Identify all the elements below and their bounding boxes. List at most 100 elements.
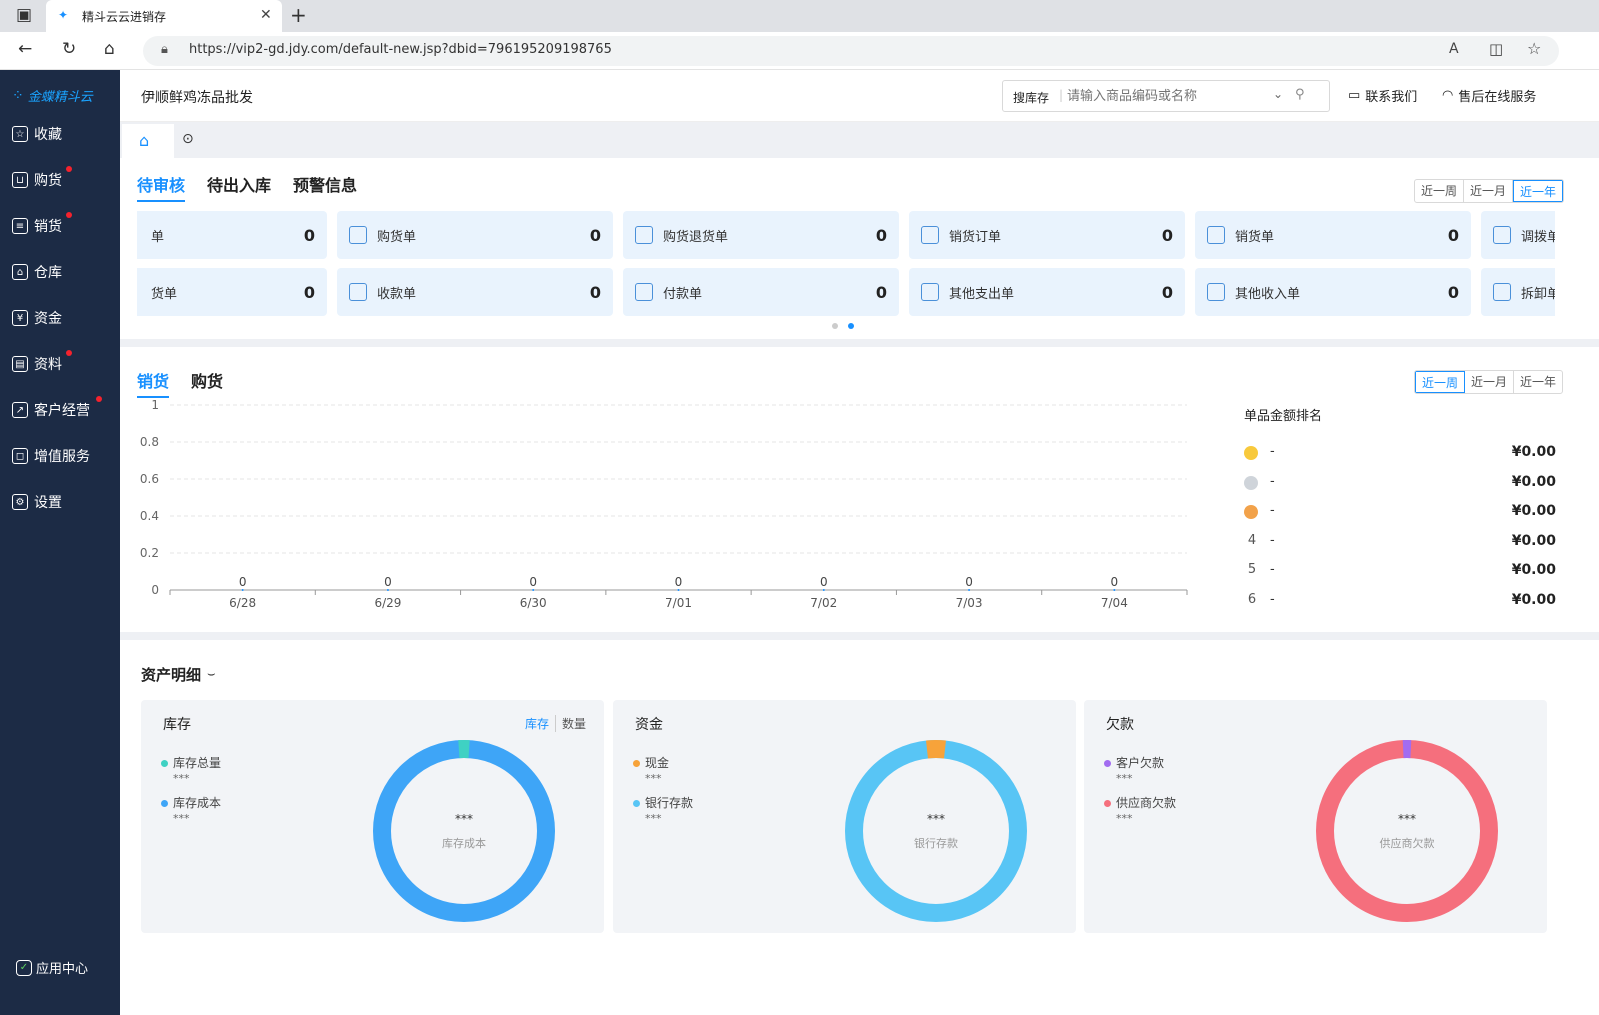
app-center-label: 应用中心 (36, 962, 89, 977)
sidebar-item-2[interactable]: ≡ 销货 (12, 214, 62, 238)
home-page-tab[interactable]: ⌂ (122, 124, 174, 158)
asset-toggle[interactable]: 数量 (562, 715, 586, 732)
assets-heading: 资产明细 ⌣ (141, 664, 216, 685)
period-btn-1[interactable]: 近一月 (1465, 371, 1515, 393)
doc-card-count: 0 (1447, 282, 1459, 302)
period-btn-2[interactable]: 近一年 (1514, 371, 1562, 393)
star-icon: ☆ (12, 126, 28, 142)
doc-card[interactable]: 销货单 0 (1195, 211, 1471, 259)
donut-main-segment (373, 740, 555, 922)
notification-dot (66, 212, 72, 218)
doc-card-count: 0 (1161, 225, 1173, 245)
ranking-row: - ¥0.00 (1244, 503, 1556, 523)
rank-product-name: - (1270, 562, 1275, 577)
lock-icon[interactable]: 🔒︎ (161, 42, 168, 57)
data-label: 0 (384, 575, 392, 589)
message-icon: ▭ (1348, 88, 1361, 103)
rank-amount: ¥0.00 (1511, 503, 1556, 519)
new-tab-icon[interactable]: + (290, 5, 307, 25)
browser-tab[interactable]: ✦ 精斗云云进销存 ✕ (46, 0, 282, 32)
doc-card[interactable]: 其他支出单 0 (909, 268, 1185, 316)
url-field[interactable]: 🔒︎ https://vip2-gd.jdy.com/default-new.j… (143, 36, 1559, 66)
data-label: 0 (1111, 575, 1119, 589)
search-scope-select[interactable]: 搜库存 (1013, 89, 1049, 106)
search-box: 搜库存 | ⌄ ⚲ (1002, 80, 1330, 112)
doc-card[interactable]: 销货订单 0 (909, 211, 1185, 259)
sidebar-item-5[interactable]: ▤ 资料 (12, 352, 62, 376)
period-btn-0[interactable]: 近一周 (1415, 180, 1465, 202)
data-label: 0 (239, 575, 247, 589)
carousel-dot-2[interactable] (848, 323, 854, 329)
x-tick-label: 7/04 (1101, 596, 1128, 610)
tab-actions-icon[interactable]: ▣ (16, 7, 32, 24)
doc-card[interactable]: 其他收入单 0 (1195, 268, 1471, 316)
sidebar-item-0[interactable]: ☆ 收藏 (12, 122, 62, 146)
doc-card[interactable]: 拆卸单 (1481, 268, 1555, 316)
doc-card[interactable]: 购货单 0 (337, 211, 613, 259)
period-btn-2[interactable]: 近一年 (1513, 180, 1564, 202)
data-point (386, 589, 389, 591)
section-divider (120, 632, 1599, 640)
doc-card-label: 其他支出单 (949, 286, 1015, 302)
sidebar-item-label: 客户经营 (34, 403, 90, 419)
search-icon[interactable]: ⚲ (1295, 87, 1305, 102)
tab-menu-chevron-icon[interactable]: ⊙ (182, 131, 194, 147)
tab-sales[interactable]: 销货 (137, 368, 170, 398)
sidebar-item-8[interactable]: ⚙ 设置 (12, 490, 62, 514)
data-point (677, 589, 680, 591)
asset-card: 资金 现金 *** 银行存款 *** *** 银行存款 (613, 700, 1076, 933)
doc-card[interactable]: 购货退货单 0 (623, 211, 899, 259)
reload-icon[interactable]: ↻ (62, 41, 76, 58)
close-tab-icon[interactable]: ✕ (260, 7, 272, 23)
doc-card[interactable]: 调拨单 (1481, 211, 1555, 259)
doc-card[interactable]: 单0 (137, 211, 327, 259)
carousel-dot-1[interactable] (832, 323, 838, 329)
doc-card[interactable]: 付款单 0 (623, 268, 899, 316)
split-view-icon[interactable]: ◫ (1489, 40, 1503, 58)
doc-card-count: 0 (303, 225, 315, 245)
tab-purchase[interactable]: 购货 (191, 368, 223, 392)
product-search-input[interactable] (1065, 85, 1265, 107)
legend-dot (1104, 800, 1111, 807)
tab-warnings[interactable]: 预警信息 (293, 172, 357, 196)
sidebar-item-label: 增值服务 (34, 449, 90, 465)
read-aloud-icon[interactable]: A (1449, 41, 1459, 57)
sidebar-item-4[interactable]: ¥ 资金 (12, 306, 62, 330)
tab-pending-stock[interactable]: 待出入库 (207, 172, 271, 196)
rank-amount: ¥0.00 (1511, 473, 1556, 490)
sidebar-item-label: 仓库 (34, 265, 62, 281)
trend-period-selector: 近一周 近一月 近一年 (1414, 370, 1564, 394)
home-icon[interactable]: ⌂ (104, 41, 115, 58)
after-sales-link[interactable]: ◠ 售后在线服务 (1442, 86, 1536, 105)
y-tick-label: 0.2 (140, 546, 159, 560)
sidebar-item-3[interactable]: ⌂ 仓库 (12, 260, 62, 284)
doc-card-label: 收款单 (377, 286, 417, 302)
tab-pending-review[interactable]: 待审核 (137, 172, 186, 202)
doc-card-label: 货单 (151, 286, 178, 302)
hide-eye-icon[interactable]: ⌣ (207, 667, 216, 682)
gear-icon: ⚙ (12, 494, 28, 510)
sidebar-item-1[interactable]: ⊔ 购货 (12, 168, 62, 192)
doc-card[interactable]: 收款单 0 (337, 268, 613, 316)
warehouse-icon: ⌂ (12, 264, 28, 280)
period-btn-0[interactable]: 近一周 (1415, 371, 1466, 393)
contact-us-link[interactable]: ▭ 联系我们 (1348, 86, 1417, 105)
sidebar-item-7[interactable]: ◻ 增值服务 (12, 444, 90, 468)
chevron-down-icon[interactable]: ⌄ (1273, 87, 1283, 101)
x-tick-label: 6/30 (520, 596, 547, 610)
sales-icon: ≡ (12, 218, 28, 234)
sidebar-item-6[interactable]: ↗ 客户经营 (12, 398, 90, 422)
doc-card-count: 0 (875, 282, 887, 302)
document-type-icon (349, 283, 367, 301)
ranking-row: - ¥0.00 (1244, 474, 1556, 494)
doc-card-label: 调拨单 (1521, 229, 1555, 245)
asset-toggle[interactable]: 库存 (525, 715, 556, 732)
app-center-link[interactable]: ✓ 应用中心 (16, 958, 88, 977)
doc-card[interactable]: 货单 0 (137, 268, 327, 316)
back-icon[interactable]: ← (18, 41, 32, 58)
assets-title: 资产明细 (141, 666, 202, 684)
period-btn-1[interactable]: 近一月 (1464, 180, 1514, 202)
legend-value: *** (1116, 772, 1133, 785)
favorite-star-icon[interactable]: ☆ (1527, 39, 1541, 58)
x-tick-label: 6/29 (374, 596, 401, 610)
